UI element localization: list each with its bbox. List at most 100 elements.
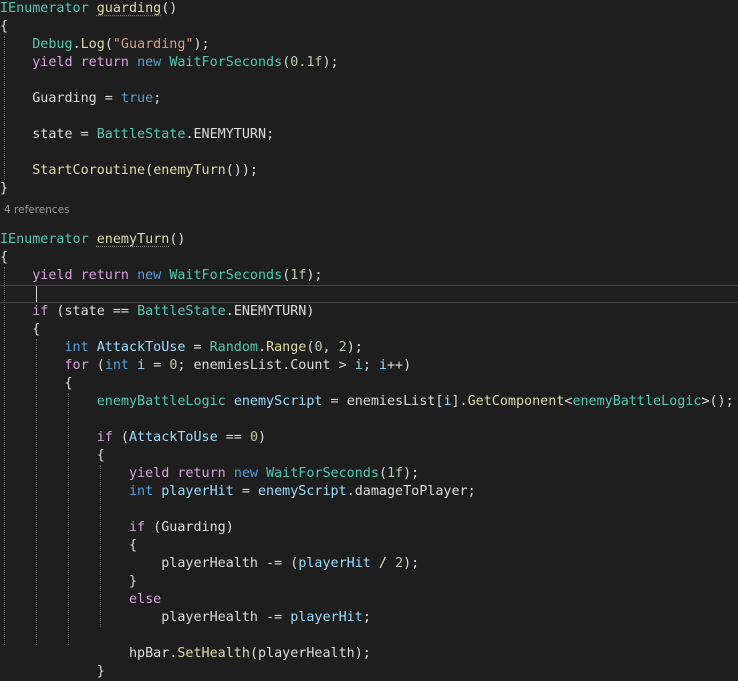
code-token: enemyScript [258,484,347,499]
code-line[interactable]: if (AttackToUse == 0) [0,429,738,447]
code-token: enemyBattleLogic [572,394,702,409]
code-token: Log [80,37,105,52]
code-token: enemyTurn [96,232,170,247]
code-editor[interactable]: 4 references IEnumerator guarding(){ Deb… [0,0,738,679]
code-line[interactable]: state = BattleState.ENEMYTURN; [0,126,738,144]
code-token: . [72,37,81,52]
code-token: ()); [225,163,258,178]
code-line[interactable] [0,72,738,90]
code-line[interactable]: { [0,375,738,393]
code-token: ); [346,340,363,355]
code-token: 2 [395,556,404,571]
code-line[interactable]: yield return new WaitForSeconds(1f); [0,465,738,483]
code-line[interactable] [0,411,738,429]
code-token: enemiesList [193,358,283,373]
code-token: ; [467,484,476,499]
code-token: 0 [249,430,258,445]
code-token: yield [32,55,73,70]
code-line[interactable] [0,198,738,216]
code-token: if [32,304,49,319]
code-token: playerHit [290,610,363,625]
code-token: true [120,91,154,106]
code-line[interactable] [0,627,738,645]
code-line[interactable]: StartCoroutine(enemyTurn()); [0,162,738,180]
code-token: = [145,358,170,373]
code-token: WaitForSeconds [266,466,379,481]
code-token: yield [129,466,170,481]
code-token: () [161,1,178,16]
code-line[interactable] [0,144,738,162]
code-token: new [137,268,162,283]
code-line[interactable]: if (Guarding) [0,519,738,537]
code-token: playerHealth [258,646,355,661]
code-token: playerHit [161,484,234,499]
code-token: new [137,55,162,70]
code-line[interactable]: Debug.Log("Guarding"); [0,36,738,54]
code-line[interactable]: } [0,180,738,198]
code-token: Count [290,358,331,373]
code-line[interactable]: yield return new WaitForSeconds(0.1f); [0,54,738,72]
code-token: ); [306,268,323,283]
code-token: new [233,466,258,481]
code-token: >(); [701,394,734,409]
code-line[interactable]: { [0,537,738,555]
code-line[interactable]: { [0,321,738,339]
indent-guide [100,465,101,627]
code-line[interactable]: int playerHit = enemyScript.damageToPlay… [0,483,738,501]
code-token: ; [266,127,275,142]
code-token: = [233,484,258,499]
code-line[interactable]: for (int i = 0; enemiesList.Count > i; i… [0,357,738,375]
code-token: ; [362,358,379,373]
code-line[interactable]: int AttackToUse = Random.Range(0, 2); [0,339,738,357]
indent-guide [68,393,69,645]
code-line[interactable]: { [0,249,738,267]
code-token: ( [249,646,258,661]
code-token: enemyScript [233,394,323,409]
code-token: > [330,358,355,373]
code-token: ( [104,37,113,52]
code-token: hpBar [129,646,170,661]
code-line[interactable] [0,501,738,519]
code-token: Guarding [161,520,226,535]
code-line[interactable]: { [0,447,738,465]
code-token: } [0,181,9,196]
code-line[interactable] [0,285,738,303]
code-line[interactable] [0,108,738,126]
code-token: / [370,556,396,571]
code-line[interactable]: IEnumerator enemyTurn() [0,231,738,249]
indent-guide [4,36,5,180]
code-line[interactable]: else [0,591,738,609]
code-token: { [0,448,105,463]
indent-guide [4,267,5,645]
code-token: AttackToUse [129,430,218,445]
code-line[interactable]: } [0,573,738,591]
code-line[interactable]: IEnumerator guarding() [0,0,738,18]
code-token: "Guarding" [112,37,194,52]
code-line[interactable]: } [0,663,738,681]
code-line[interactable]: enemyBattleLogic enemyScript = enemiesLi… [0,393,738,411]
code-token: = [96,91,121,106]
code-token: ( [88,358,105,373]
code-token: ); [193,37,210,52]
code-line[interactable]: playerHealth -= playerHit; [0,609,738,627]
code-token: StartCoroutine [32,163,146,178]
code-line[interactable]: yield return new WaitForSeconds(1f); [0,267,738,285]
code-line[interactable]: if (state == BattleState.ENEMYTURN) [0,303,738,321]
code-token: Range [266,340,307,355]
code-line[interactable]: hpBar.SetHealth(playerHealth); [0,645,738,663]
code-line[interactable]: playerHealth -= (playerHit / 2); [0,555,738,573]
code-token: else [129,592,162,607]
code-line[interactable]: Guarding = true; [0,90,738,108]
code-token: -= ( [258,556,299,571]
code-line[interactable]: { [0,18,738,36]
code-token: ); [403,556,420,571]
code-token: 0 [314,340,323,355]
code-token: playerHealth [161,610,258,625]
